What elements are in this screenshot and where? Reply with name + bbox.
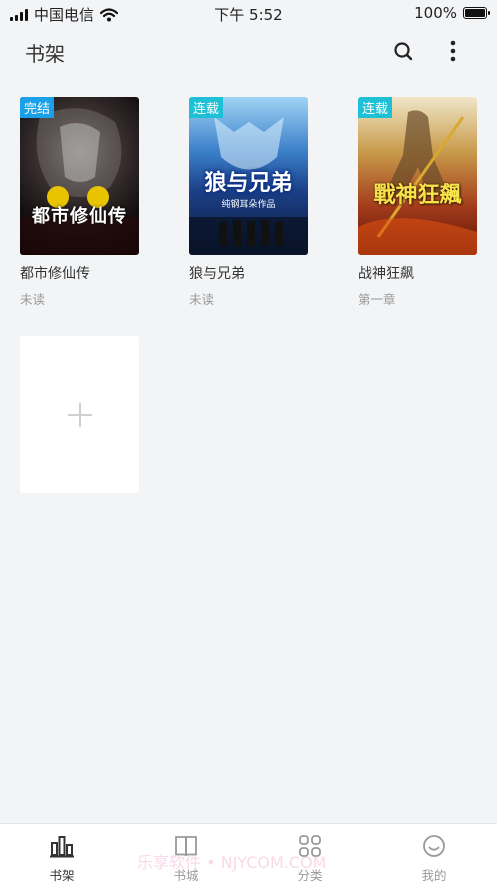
- cover-title: 都市修仙传: [32, 206, 127, 227]
- cover-title: 戰神狂飆: [373, 183, 462, 208]
- book-title: 战神狂飙: [358, 266, 414, 282]
- tab-profile[interactable]: 我的: [372, 824, 496, 884]
- status-badge: 连载: [358, 97, 393, 118]
- status-bar: 中国电信 下午 5:52 100%: [0, 0, 497, 26]
- cover-title: 狼与兄弟: [204, 171, 293, 196]
- tab-label: 我的: [421, 868, 447, 883]
- status-badge: 完结: [20, 97, 55, 118]
- header: 书架: [0, 28, 497, 74]
- battery-icon: [463, 7, 490, 19]
- search-icon[interactable]: [390, 38, 416, 64]
- book-cover[interactable]: 戰神狂飆 连载: [358, 97, 477, 255]
- cover-subtitle: 纯钢耳朵作品: [221, 200, 276, 210]
- book-title: 狼与兄弟: [189, 266, 245, 282]
- bookshelf-icon: [50, 836, 74, 858]
- book-cover[interactable]: 狼与兄弟 纯钢耳朵作品 连载: [189, 97, 308, 255]
- cover-art: [358, 110, 477, 255]
- battery-percent: 100%: [414, 4, 457, 22]
- cover-art: [20, 108, 139, 255]
- add-book-button[interactable]: [20, 336, 139, 493]
- book-card[interactable]: 戰神狂飆 连载 战神狂飙 第一章: [358, 97, 478, 308]
- book-card[interactable]: 狼与兄弟 纯钢耳朵作品 连载 狼与兄弟 未读: [189, 97, 309, 308]
- status-right: 100%: [414, 4, 490, 22]
- tab-label: 书架: [49, 868, 75, 883]
- book-progress: 未读: [20, 292, 46, 307]
- book-title: 都市修仙传: [20, 266, 90, 282]
- more-vertical-icon[interactable]: [440, 38, 466, 64]
- page-title: 书架: [25, 42, 65, 66]
- smile-icon: [423, 835, 445, 857]
- book-progress: 未读: [189, 292, 215, 307]
- watermark: 乐享软件 • NJYCOM.COM: [137, 853, 327, 872]
- plus-icon: [68, 403, 92, 427]
- book-cover[interactable]: 都市修仙传 完结: [20, 97, 139, 255]
- tab-bookshelf[interactable]: 书架: [0, 824, 124, 884]
- status-badge: 连载: [189, 97, 224, 118]
- book-progress: 第一章: [358, 292, 396, 307]
- book-card[interactable]: 都市修仙传 完结 都市修仙传 未读: [20, 97, 140, 308]
